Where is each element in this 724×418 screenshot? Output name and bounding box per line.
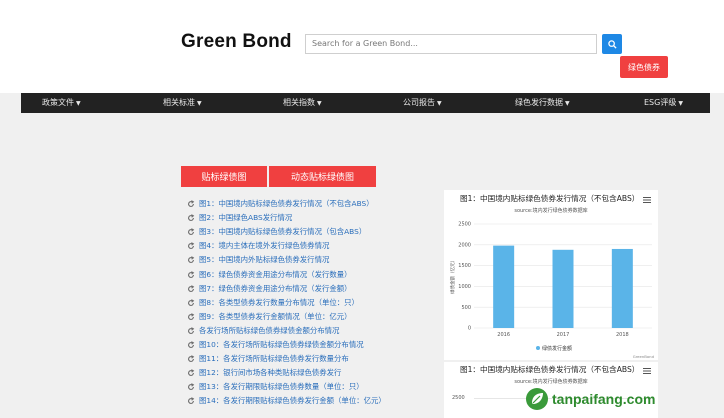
header: Green Bond Search for a Green Bond... 绿色… (0, 0, 724, 93)
watermark-text: tanpaifang.com (552, 391, 656, 407)
nav-item-issuance-data[interactable]: 绿色发行数据 ▼ (515, 93, 570, 113)
tab-labeled-bonds[interactable]: 贴标绿债图 (181, 166, 267, 187)
y-tick-label: 1500 (458, 263, 471, 269)
site-logo[interactable]: Green Bond (181, 31, 292, 53)
refresh-icon (188, 397, 195, 405)
chart-link-item[interactable]: 图10：各发行场所贴标绿色债券绿债金额分布情况 (187, 338, 386, 352)
chart-link-label: 图1：中国境内贴标绿色债券发行情况（不包含ABS） (199, 199, 374, 209)
chart-panel: 图1：中国境内贴标绿色债券发行情况（不包含ABS） source:境内发行绿色债… (444, 190, 658, 360)
refresh-icon (188, 200, 195, 207)
menu-icon[interactable] (643, 368, 651, 374)
refresh-icon (188, 298, 195, 306)
chart-link-item[interactable]: 图2：中国绿色ABS发行情况 (187, 211, 386, 225)
watermark: tanpaifang.com (525, 386, 655, 412)
chart-link-label: 图13：各发行期限贴标绿色债券数量（单位：只） (199, 382, 364, 392)
legend-marker (536, 346, 540, 350)
chart-link-label: 图11：各发行场所贴标绿色债券发行数量分布 (199, 354, 349, 364)
caret-down-icon: ▼ (197, 100, 202, 107)
green-bond-button[interactable]: 绿色债券 (620, 56, 668, 78)
refresh-icon (188, 214, 195, 222)
x-tick-label: 2016 (497, 332, 510, 338)
chart-link-label: 图10：各发行场所贴标绿色债券绿债金额分布情况 (199, 339, 364, 349)
caret-down-icon: ▼ (678, 100, 683, 107)
refresh-icon (188, 228, 195, 236)
refresh-icon (188, 256, 195, 264)
refresh-icon (188, 383, 195, 391)
y-axis-label: 绿债金额（亿元） (449, 258, 456, 294)
bar (552, 249, 574, 328)
legend-label: 绿债发行金额 (542, 345, 572, 352)
chart2-subtitle: source:境内发行绿色债券数据库 (514, 379, 588, 385)
main-nav: 政策文件 ▼ 相关标准 ▼ 相关指数 ▼ 公司报告 ▼ 绿色发行数据 ▼ ESG评级 ▼ (21, 93, 710, 113)
chart-link-label: 图3：中国境内贴标绿色债券发行情况（包含ABS） (199, 227, 367, 237)
y-tick-label: 2500 (458, 222, 471, 228)
caret-down-icon: ▼ (565, 100, 570, 107)
y-tick-label: 1000 (458, 284, 471, 290)
chart-link-item[interactable]: 图14：各发行期限贴标绿色债券发行金额（单位：亿元） (187, 394, 386, 408)
chart-link-label: 图12：银行间市场各种类贴标绿色债券发行 (199, 368, 342, 378)
chart-link-label: 图14：各发行期限贴标绿色债券发行金额（单位：亿元） (199, 396, 386, 406)
nav-item-standards[interactable]: 相关标准 ▼ (163, 93, 202, 113)
chart-link-item[interactable]: 图7：绿色债券资金用途分布情况（发行金额） (187, 282, 386, 296)
nav-item-policy[interactable]: 政策文件 ▼ (42, 93, 81, 113)
chart-link-item[interactable]: 图1：中国境内贴标绿色债券发行情况（不包含ABS） (187, 197, 386, 211)
y-tick-label: 500 (461, 305, 471, 311)
chart-link-label: 图7：绿色债券资金用途分布情况（发行金额） (199, 283, 352, 293)
x-tick-label: 2018 (616, 332, 629, 338)
refresh-icon (188, 313, 195, 320)
chart-link-label: 图2：中国绿色ABS发行情况 (199, 213, 293, 223)
caret-down-icon: ▼ (76, 100, 81, 107)
leaf-logo-icon (526, 388, 548, 410)
nav-label: 绿色发行数据 (515, 98, 563, 107)
refresh-icon (188, 369, 195, 377)
nav-label: 政策文件 (42, 98, 74, 107)
y-tick-label: 2000 (458, 242, 471, 248)
chart-link-label: 各发行场所贴标绿色债券绿债金额分布情况 (199, 325, 340, 335)
chart-link-label: 图9：各类型债券发行金额情况（单位：亿元） (199, 311, 352, 321)
chart-link-item[interactable]: 图4：境内主体在境外发行绿色债券情况 (187, 239, 386, 253)
bar (611, 248, 633, 328)
chart2-tick: 2500 (452, 395, 465, 401)
refresh-icon (188, 355, 195, 362)
nav-label: 相关标准 (163, 98, 195, 107)
chart-link-label: 图4：境内主体在境外发行绿色债券情况 (199, 241, 330, 251)
refresh-icon (188, 327, 195, 334)
search-icon (607, 39, 617, 49)
chart2-title: 图1：中国境内贴标绿色债券发行情况（不包含ABS） (460, 365, 640, 374)
chart-link-item[interactable]: 图5：中国境内外贴标绿色债券发行情况 (187, 253, 386, 267)
bar-chart: 绿债金额（亿元） 0 500 1000 1500 2000 2500 2016 2017 2018… (449, 222, 655, 359)
chart-link-item[interactable]: 图8：各类型债券发行数量分布情况（单位：只） (187, 296, 386, 310)
refresh-icon (188, 341, 195, 348)
chart-link-item[interactable]: 图3：中国境内贴标绿色债券发行情况（包含ABS） (187, 225, 386, 239)
chart-link-label: 图8：各类型债券发行数量分布情况（单位：只） (199, 297, 359, 307)
bar (493, 245, 515, 328)
nav-label: 公司报告 (403, 98, 435, 107)
chart-link-item[interactable]: 各发行场所贴标绿色债券绿债金额分布情况 (187, 324, 386, 338)
refresh-icon (188, 242, 195, 250)
caret-down-icon: ▼ (437, 100, 442, 107)
y-tick-label: 0 (468, 326, 471, 332)
chart-link-item[interactable]: 图6：绿色债券资金用途分布情况（发行数量） (187, 267, 386, 281)
caret-down-icon: ▼ (317, 100, 322, 107)
refresh-icon (188, 284, 195, 292)
nav-item-index[interactable]: 相关指数 ▼ (283, 93, 322, 113)
nav-label: 相关指数 (283, 98, 315, 107)
chart-link-list: 图1：中国境内贴标绿色债券发行情况（不包含ABS） 图2：中国绿色ABS发行情况图… (187, 197, 386, 408)
chart-link-label: 图5：中国境内外贴标绿色债券发行情况 (199, 255, 330, 265)
refresh-icon (188, 270, 195, 278)
chart-link-item[interactable]: 图12：银行间市场各种类贴标绿色债券发行 (187, 366, 386, 380)
nav-label: ESG评级 (644, 98, 677, 107)
search-button[interactable] (602, 34, 622, 54)
chart-link-label: 图6：绿色债券资金用途分布情况（发行数量） (199, 269, 352, 279)
search-input[interactable]: Search for a Green Bond... (305, 34, 597, 54)
nav-item-reports[interactable]: 公司报告 ▼ (403, 93, 442, 113)
chart-link-item[interactable]: 图13：各发行期限贴标绿色债券数量（单位：只） (187, 380, 386, 394)
tab-dynamic-labeled-bonds[interactable]: 动态贴标绿债图 (269, 166, 376, 187)
chart-credit: GreenBond (633, 354, 655, 359)
nav-item-esg[interactable]: ESG评级 ▼ (644, 93, 683, 113)
chart-link-item[interactable]: 图9：各类型债券发行金额情况（单位：亿元） (187, 310, 386, 324)
chart-link-item[interactable]: 图11：各发行场所贴标绿色债券发行数量分布 (187, 352, 386, 366)
x-tick-label: 2017 (557, 332, 570, 338)
